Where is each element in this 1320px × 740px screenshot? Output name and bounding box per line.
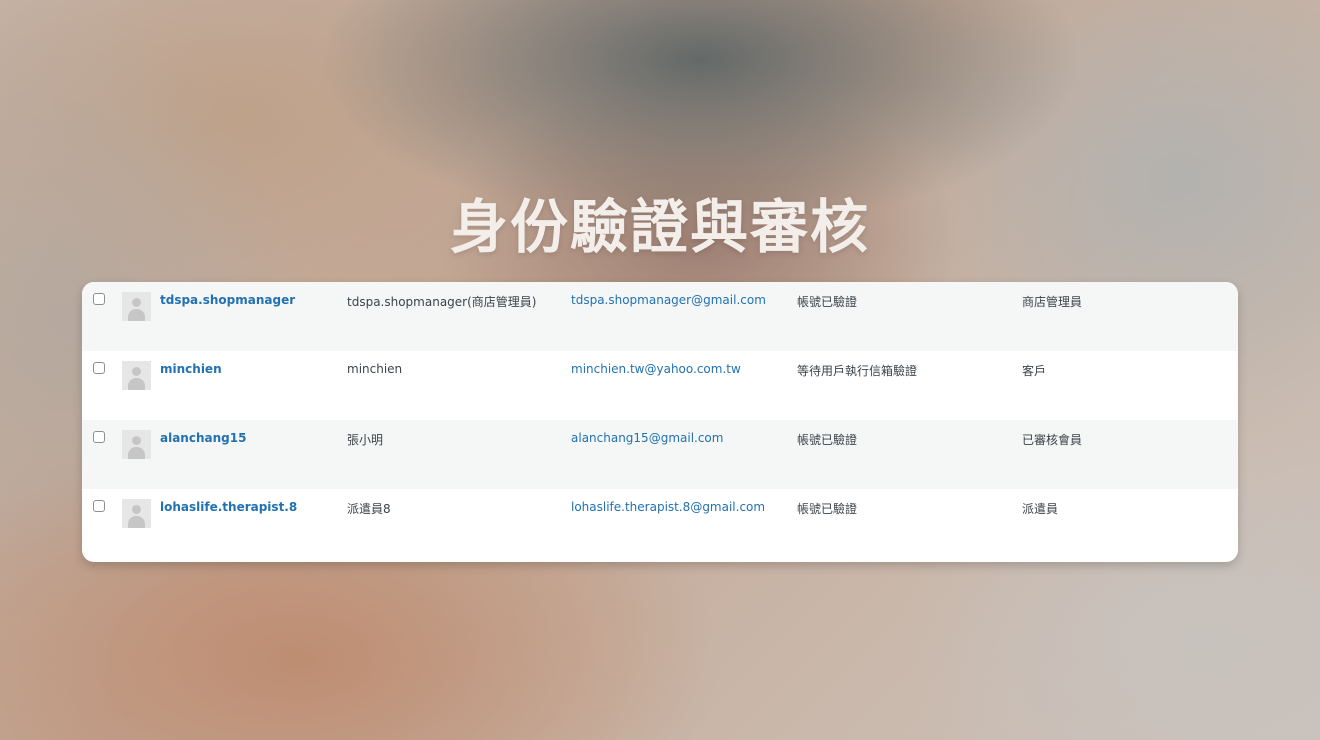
avatar-placeholder-icon: [122, 292, 151, 321]
users-table: tdspa.shopmanager tdspa.shopmanager(商店管理…: [82, 282, 1238, 562]
page-title: 身份驗證與審核: [449, 193, 870, 261]
user-role: 已審核會員: [1022, 433, 1083, 447]
display-name: 派遣員8: [347, 502, 391, 516]
verification-status: 帳號已驗證: [797, 433, 858, 447]
row-select-checkbox[interactable]: [93, 293, 105, 305]
user-role: 客戶: [1022, 364, 1047, 378]
table-row: alanchang15 張小明 alanchang15@gmail.com 帳號…: [82, 420, 1238, 489]
username-link[interactable]: minchien: [160, 362, 222, 376]
verification-status: 等待用戶執行信箱驗證: [797, 364, 918, 378]
row-select-checkbox[interactable]: [93, 431, 105, 443]
display-name: minchien: [347, 362, 403, 376]
username-link[interactable]: lohaslife.therapist.8: [160, 500, 297, 514]
username-link[interactable]: tdspa.shopmanager: [160, 293, 295, 307]
table-row: tdspa.shopmanager tdspa.shopmanager(商店管理…: [82, 282, 1238, 351]
verification-status: 帳號已驗證: [797, 295, 858, 309]
email-link[interactable]: lohaslife.therapist.8@gmail.com: [571, 500, 765, 514]
email-link[interactable]: alanchang15@gmail.com: [571, 431, 723, 445]
email-link[interactable]: tdspa.shopmanager@gmail.com: [571, 293, 766, 307]
email-link[interactable]: minchien.tw@yahoo.com.tw: [571, 362, 741, 376]
table-row: minchien minchien minchien.tw@yahoo.com.…: [82, 351, 1238, 420]
avatar-placeholder-icon: [122, 499, 151, 528]
row-select-checkbox[interactable]: [93, 500, 105, 512]
display-name: 張小明: [347, 433, 384, 447]
display-name: tdspa.shopmanager(商店管理員): [347, 295, 537, 309]
avatar-placeholder-icon: [122, 430, 151, 459]
user-role: 派遣員: [1022, 502, 1059, 516]
username-link[interactable]: alanchang15: [160, 431, 246, 445]
row-select-checkbox[interactable]: [93, 362, 105, 374]
user-role: 商店管理員: [1022, 295, 1083, 309]
table-row: lohaslife.therapist.8 派遣員8 lohaslife.the…: [82, 489, 1238, 558]
verification-status: 帳號已驗證: [797, 502, 858, 516]
avatar-placeholder-icon: [122, 361, 151, 390]
